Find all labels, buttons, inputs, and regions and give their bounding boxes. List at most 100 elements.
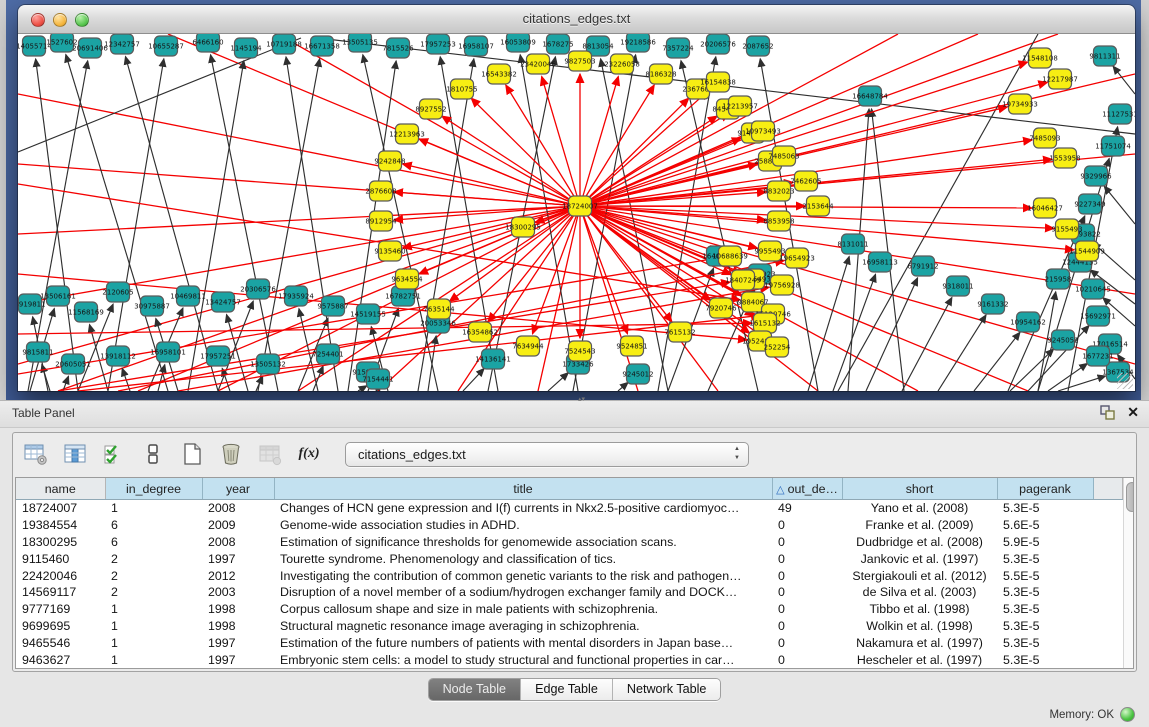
table-row[interactable]: 977716911998Corpus callosum shape and si…	[16, 601, 1122, 618]
table-cell[interactable]: Stergiakouli et al. (2012)	[842, 567, 997, 584]
table-cell[interactable]: 1	[105, 634, 202, 651]
table-cell[interactable]: 0	[772, 651, 842, 668]
table-cell[interactable]: 5.3E-5	[997, 651, 1093, 668]
table-cell[interactable]: 5.5E-5	[997, 567, 1093, 584]
table-cell[interactable]: Dudbridge et al. (2008)	[842, 534, 997, 551]
graph-edge[interactable]	[1113, 66, 1135, 94]
table-cell[interactable]: Changes of HCN gene expression and I(f) …	[274, 500, 772, 517]
column-header-short[interactable]: short	[842, 478, 997, 500]
table-cell[interactable]: Structural magnetic resonance image aver…	[274, 618, 772, 635]
table-row[interactable]: 1938455462009Genome-wide association stu…	[16, 517, 1122, 534]
table-selector-dropdown[interactable]: citations_edges.txt ▲▼	[345, 442, 749, 467]
table-cell[interactable]: 2009	[202, 517, 274, 534]
table-cell[interactable]: 0	[772, 601, 842, 618]
tab-edge-table[interactable]: Edge Table	[521, 679, 613, 700]
graph-edge[interactable]	[974, 332, 1020, 391]
table-cell[interactable]: 1	[105, 601, 202, 618]
table-cell[interactable]: 5.3E-5	[997, 500, 1093, 517]
graph-node[interactable]: 7357224	[662, 38, 694, 58]
graph-node[interactable]: 20206576	[700, 34, 736, 54]
graph-node[interactable]: 12217987	[1042, 69, 1078, 89]
table-row[interactable]: 911546021997Tourette syndrome. Phenomeno…	[16, 550, 1122, 567]
graph-node[interactable]: 19734933	[1002, 94, 1038, 114]
graph-node[interactable]: 7634944	[512, 336, 544, 356]
table-cell[interactable]: Tibbo et al. (1998)	[842, 601, 997, 618]
graph-node[interactable]: 7154441	[362, 369, 393, 389]
graph-node[interactable]: 9318011	[942, 276, 973, 296]
graph-node[interactable]: 20691406	[72, 38, 108, 58]
table-scrollbar[interactable]	[1123, 478, 1134, 668]
graph-node[interactable]: 11568169	[68, 302, 104, 322]
splitter-handle[interactable]: ▴▾	[575, 396, 589, 403]
table-cell[interactable]: Disruption of a novel member of a sodium…	[274, 584, 772, 601]
graph-node[interactable]: 19218586	[620, 34, 656, 52]
table-cell[interactable]: 9777169	[16, 601, 105, 618]
graph-node[interactable]: 9815811	[22, 342, 53, 362]
table-cell[interactable]: 2	[105, 550, 202, 567]
graph-node[interactable]: 7635144	[423, 299, 455, 319]
graph-node[interactable]: 2087652	[742, 36, 773, 56]
table-cell[interactable]: 2	[105, 567, 202, 584]
table-row[interactable]: 946362711997Embryonic stem cells: a mode…	[16, 651, 1122, 668]
table-row[interactable]: 969969511998Structural magnetic resonanc…	[16, 618, 1122, 635]
graph-node[interactable]: 16648784	[852, 86, 888, 106]
table-cell[interactable]: 0	[772, 634, 842, 651]
table-cell[interactable]: 14569117	[16, 584, 105, 601]
table-cell[interactable]: Estimation of the future numbers of pati…	[274, 634, 772, 651]
graph-node[interactable]: 7815526	[382, 38, 414, 58]
graph-edge[interactable]	[902, 297, 952, 391]
graph-node[interactable]: 7485093	[1029, 128, 1060, 148]
graph-edge[interactable]	[1104, 186, 1135, 224]
graph-node[interactable]: 11127531	[1102, 104, 1135, 124]
graph-node[interactable]: 9575887	[317, 296, 348, 316]
graph-node[interactable]: 8927552	[415, 99, 446, 119]
row-selection-icon[interactable]	[101, 441, 127, 467]
column-header-title[interactable]: title	[274, 478, 772, 500]
table-cell[interactable]: 0	[772, 618, 842, 635]
graph-edge[interactable]	[36, 59, 78, 391]
table-row[interactable]: 1830029562008Estimation of significance …	[16, 534, 1122, 551]
table-cell[interactable]: 1997	[202, 550, 274, 567]
graph-node[interactable]: 7615132	[664, 322, 695, 342]
graph-edge[interactable]	[871, 109, 904, 391]
graph-node[interactable]: 9242848	[374, 151, 405, 171]
table-cell[interactable]: 1	[105, 618, 202, 635]
table-cell[interactable]: Genome-wide association studies in ADHD.	[274, 517, 772, 534]
table-cell[interactable]: 1998	[202, 618, 274, 635]
row-height-icon[interactable]	[140, 441, 166, 467]
table-cell[interactable]: 5.6E-5	[997, 517, 1093, 534]
scrollbar-thumb[interactable]	[1126, 482, 1135, 512]
table-cell[interactable]: 1997	[202, 651, 274, 668]
table-cell[interactable]: 6	[105, 534, 202, 551]
table-cell[interactable]: Hescheler et al. (1997)	[842, 651, 997, 668]
graph-node[interactable]: 15692971	[1080, 306, 1116, 326]
table-cell[interactable]: 0	[772, 567, 842, 584]
graph-node[interactable]: 8131011	[837, 234, 868, 254]
table-row[interactable]: 1872400712008Changes of HCN gene express…	[16, 500, 1122, 517]
graph-node[interactable]: 6791912	[907, 256, 938, 276]
graph-edge[interactable]	[358, 386, 367, 391]
table-row[interactable]: 1456911722003Disruption of a novel membe…	[16, 584, 1122, 601]
table-cell[interactable]: 5.3E-5	[997, 601, 1093, 618]
graph-node[interactable]: 2153644	[802, 196, 834, 216]
graph-node[interactable]: 9135460	[374, 241, 405, 261]
window-titlebar[interactable]: citations_edges.txt	[18, 5, 1135, 34]
graph-node[interactable]: 9161332	[977, 294, 1008, 314]
table-cell[interactable]: Nakamura et al. (1997)	[842, 634, 997, 651]
table-cell[interactable]: 22420046	[16, 567, 105, 584]
table-cell[interactable]: Jankovic et al. (1997)	[842, 550, 997, 567]
graph-node[interactable]: 10719188	[266, 34, 302, 54]
graph-node[interactable]: 16053809	[500, 34, 536, 52]
table-cell[interactable]: 18724007	[16, 500, 105, 517]
graph-edge[interactable]	[108, 59, 164, 391]
table-cell[interactable]: 2003	[202, 584, 274, 601]
graph-node[interactable]: 14136141	[475, 349, 511, 369]
zoom-window-button[interactable]	[75, 13, 89, 27]
graph-node[interactable]: 8912954	[365, 211, 397, 231]
graph-node[interactable]: 16671358	[304, 36, 340, 56]
graph-edge[interactable]	[256, 376, 263, 391]
graph-edge[interactable]	[548, 373, 568, 391]
network-canvas[interactable]: 1405571415276022069140612342757106552876…	[18, 34, 1135, 391]
graph-node[interactable]: 12213963	[389, 124, 425, 144]
graph-edge[interactable]	[18, 94, 580, 206]
